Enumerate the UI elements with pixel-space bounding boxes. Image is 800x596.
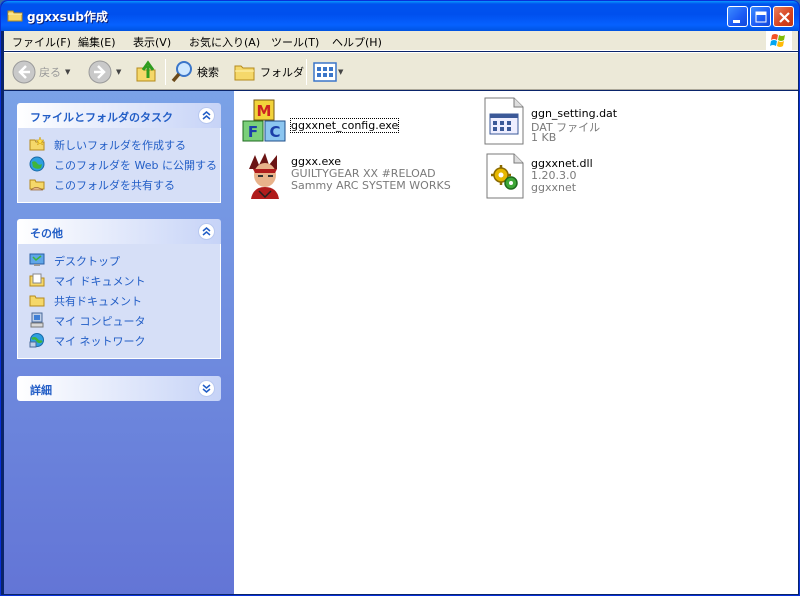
content-area: ファイルとフォルダのタスク 新しいフォルダを作成する このフォルダを Web に… [4,91,798,594]
menu-edit[interactable]: 編集(E) [78,34,116,50]
menu-bar: ファイル(F) 編集(E) 表示(V) お気に入り(A) ツール(T) ヘルプ(… [4,31,798,51]
file-item[interactable]: ggn_setting.dat DAT ファイル 1 KB [481,97,681,145]
back-arrow-icon [12,60,36,84]
expand-icon[interactable] [198,380,215,397]
task-new-folder[interactable]: 新しいフォルダを作成する [18,134,220,154]
other-places-body: デスクトップ マイ ドキュメント 共有ドキュメント マイ コンピュータ マイ ネ… [17,244,221,359]
minimize-icon [733,20,740,23]
menu-help[interactable]: ヘルプ(H) [332,34,382,50]
menu-tools[interactable]: ツール(T) [271,34,319,50]
file-tasks-body: 新しいフォルダを作成する このフォルダを Web に公開する このフォルダを共有… [17,128,221,203]
file-company: Sammy ARC SYSTEM WORKS [291,179,451,192]
menu-favorites[interactable]: お気に入り(A) [189,34,260,50]
new-folder-icon [29,136,45,152]
back-button[interactable]: 戻る ▼ [12,59,70,85]
dll-file-icon [481,151,529,199]
views-icon [313,62,337,82]
shared-documents-icon [29,292,45,308]
other-places-panel: その他 デスクトップ マイ ドキュメント 共有ドキュメント マイ コンピュータ … [17,219,221,359]
place-desktop[interactable]: デスクトップ [18,250,220,270]
file-description: ggxxnet [531,181,577,194]
task-label: このフォルダを共有する [54,179,175,192]
svg-text:C: C [269,123,280,141]
place-my-network[interactable]: マイ ネットワーク [18,330,220,350]
search-icon [171,61,192,83]
toolbar: 戻る ▼ ▼ 検索 フォルダ ▼ [4,52,798,90]
task-label: 新しいフォルダを作成する [54,139,186,152]
other-places-title: その他 [30,227,63,240]
collapse-icon[interactable] [198,107,215,124]
windows-logo-icon [766,31,792,51]
search-button[interactable]: 検索 [170,59,219,85]
file-tasks-title: ファイルとフォルダのタスク [30,111,173,124]
maximize-icon [755,11,767,23]
place-my-computer[interactable]: マイ コンピュータ [18,310,220,330]
my-computer-icon [29,312,45,328]
place-label: マイ コンピュータ [54,315,146,328]
file-item[interactable]: ggxxnet.dll 1.20.3.0 ggxxnet [481,151,681,199]
search-label: 検索 [197,66,219,79]
place-label: デスクトップ [54,255,120,268]
folder-icon [7,8,23,22]
views-button[interactable]: ▼ [313,59,343,85]
back-dropdown-icon[interactable]: ▼ [65,68,70,76]
task-publish-web[interactable]: このフォルダを Web に公開する [18,154,220,174]
up-folder-button[interactable] [135,59,159,85]
file-tasks-panel: ファイルとフォルダのタスク 新しいフォルダを作成する このフォルダを Web に… [17,103,221,203]
toolbar-separator [306,59,307,85]
publish-web-icon [29,156,45,172]
folders-button[interactable]: フォルダ [233,59,304,85]
details-panel: 詳細 [17,376,221,401]
forward-button[interactable]: ▼ [88,59,121,85]
svg-text:F: F [248,123,258,141]
my-network-icon [29,332,45,348]
maximize-button[interactable] [750,6,771,27]
desktop-icon [29,252,45,268]
file-tasks-header[interactable]: ファイルとフォルダのタスク [17,103,221,128]
details-title: 詳細 [30,384,52,397]
my-documents-icon [29,272,45,288]
toolbar-separator [165,59,166,85]
place-label: マイ ドキュメント [54,275,146,288]
folders-label: フォルダ [260,66,304,79]
svg-text:M: M [257,102,272,120]
file-item[interactable]: ggxx.exe GUILTYGEAR XX #RELOAD Sammy ARC… [241,151,471,199]
details-header[interactable]: 詳細 [17,376,221,401]
explorer-window: ggxxsub作成 ファイル(F) 編集(E) 表示(V) お気に入り(A) ツ… [0,0,800,596]
close-button[interactable] [773,6,794,27]
file-item[interactable]: M F C ggxxnet_config.exe [241,97,441,145]
share-folder-icon [29,176,45,192]
back-label: 戻る [39,66,61,79]
dat-file-icon [481,97,529,145]
other-places-header[interactable]: その他 [17,219,221,244]
task-pane: ファイルとフォルダのタスク 新しいフォルダを作成する このフォルダを Web に… [4,91,234,594]
minimize-button[interactable] [727,6,748,27]
views-dropdown-icon[interactable]: ▼ [338,68,343,76]
file-name: ggxxnet_config.exe [289,118,400,133]
title-bar[interactable]: ggxxsub作成 [1,1,799,31]
place-my-documents[interactable]: マイ ドキュメント [18,270,220,290]
place-shared-documents[interactable]: 共有ドキュメント [18,290,220,310]
place-label: マイ ネットワーク [54,335,146,348]
file-size: 1 KB [531,131,557,144]
up-folder-icon [136,60,156,82]
forward-arrow-icon [88,60,112,84]
game-character-icon [241,151,289,199]
folders-icon [234,65,255,81]
forward-dropdown-icon[interactable]: ▼ [116,68,121,76]
close-icon [779,12,790,23]
task-share-folder[interactable]: このフォルダを共有する [18,174,220,194]
window-title: ggxxsub作成 [27,10,108,24]
place-label: 共有ドキュメント [54,295,142,308]
collapse-icon[interactable] [198,223,215,240]
menu-view[interactable]: 表示(V) [133,34,171,50]
menu-file[interactable]: ファイル(F) [12,34,71,50]
task-label: このフォルダを Web に公開する [54,159,217,172]
mfc-app-icon: M F C [241,97,289,145]
